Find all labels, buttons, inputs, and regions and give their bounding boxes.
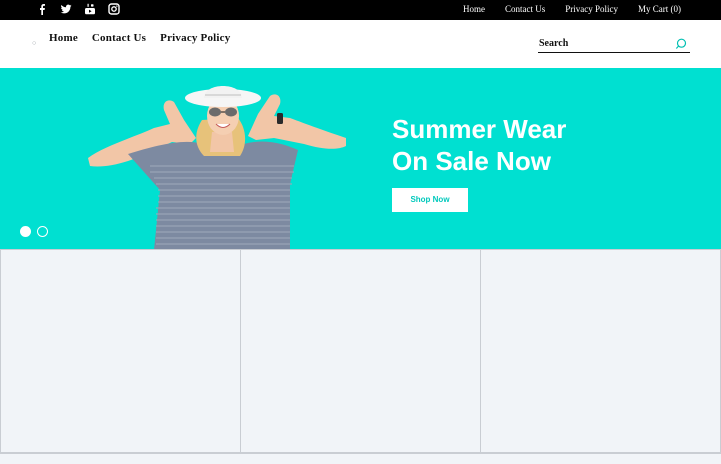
carousel-dot-2[interactable]: [37, 226, 48, 237]
product-grid: [0, 249, 721, 453]
hero-headline-line-1: Summer Wear: [392, 114, 567, 144]
carousel-dot-1[interactable]: [20, 226, 31, 237]
top-link-home[interactable]: Home: [463, 4, 485, 14]
nav-item-contact-us[interactable]: Contact Us: [92, 32, 146, 44]
shop-now-button[interactable]: Shop Now: [392, 188, 468, 212]
search-input[interactable]: [539, 36, 669, 50]
search-box: [538, 35, 690, 53]
product-card[interactable]: [240, 249, 481, 453]
facebook-icon[interactable]: [36, 3, 48, 16]
hero-headline: Summer Wear On Sale Now: [392, 113, 692, 177]
hero-banner: Summer Wear On Sale Now Shop Now: [0, 68, 721, 249]
top-link-my-cart[interactable]: My Cart (0): [638, 4, 681, 14]
top-links: Home Contact Us Privacy Policy My Cart (…: [463, 4, 681, 14]
hero-model-image: [88, 86, 346, 249]
logo[interactable]: ○: [32, 39, 36, 47]
instagram-icon[interactable]: [108, 3, 120, 16]
product-card[interactable]: [0, 249, 241, 453]
youtube-icon[interactable]: [84, 3, 96, 16]
product-card[interactable]: [480, 249, 721, 453]
social-icons: [36, 3, 120, 16]
twitter-icon[interactable]: [60, 3, 72, 16]
top-link-contact-us[interactable]: Contact Us: [505, 4, 545, 14]
next-section: [0, 453, 721, 464]
hero-headline-line-2: On Sale Now: [392, 146, 551, 176]
search-icon[interactable]: [675, 37, 687, 49]
nav-item-home[interactable]: Home: [49, 32, 78, 44]
top-link-privacy-policy[interactable]: Privacy Policy: [565, 4, 618, 14]
header: ○ Home Contact Us Privacy Policy: [0, 20, 721, 68]
top-bar: Home Contact Us Privacy Policy My Cart (…: [0, 0, 721, 20]
nav-item-privacy-policy[interactable]: Privacy Policy: [160, 32, 230, 44]
carousel-dots: [20, 226, 48, 237]
main-nav: Home Contact Us Privacy Policy: [49, 32, 230, 44]
